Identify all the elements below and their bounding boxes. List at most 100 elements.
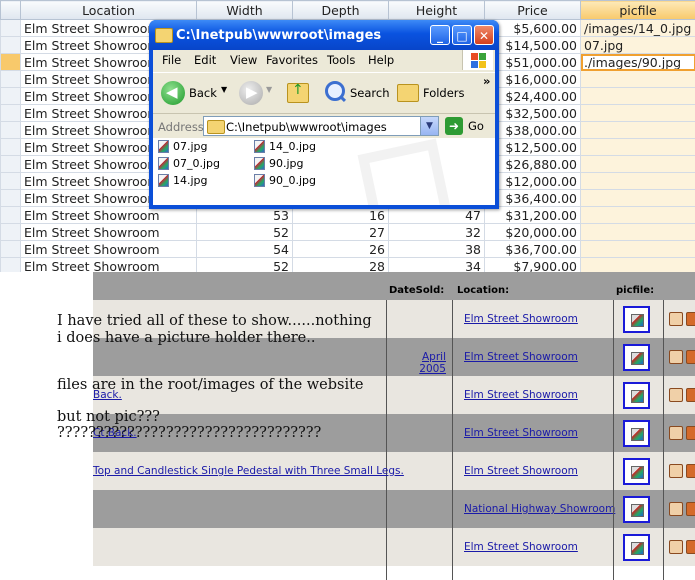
location-link[interactable]: Elm Street Showroom <box>464 313 578 325</box>
location-link[interactable]: Elm Street Showroom <box>464 351 578 363</box>
cell-picfile[interactable] <box>580 70 695 88</box>
sheet-row[interactable]: Elm Street Showroom 53 16 47 $31,200.00 <box>0 206 695 224</box>
view-icon[interactable] <box>669 350 683 364</box>
column-header-height[interactable]: Height <box>388 0 485 20</box>
picture-placeholder[interactable] <box>623 458 650 485</box>
row-selector[interactable] <box>0 121 21 139</box>
location-link[interactable]: Elm Street Showroom <box>464 541 578 553</box>
cell-picfile[interactable]: 07.jpg <box>580 36 695 54</box>
edit-icon[interactable] <box>686 426 695 440</box>
picture-placeholder[interactable] <box>623 534 650 561</box>
picture-placeholder[interactable] <box>623 496 650 523</box>
view-icon[interactable] <box>669 540 683 554</box>
view-icon[interactable] <box>669 312 683 326</box>
column-header-picfile[interactable]: picfile <box>580 0 695 20</box>
cell-picfile[interactable] <box>580 206 695 224</box>
location-link[interactable]: National Highway Showroom <box>464 503 615 515</box>
cell-location[interactable]: Elm Street Showroom <box>20 257 197 272</box>
cell-price[interactable]: $31,200.00 <box>484 206 581 224</box>
location-link[interactable]: Elm Street Showroom <box>464 389 578 401</box>
view-icon[interactable] <box>669 388 683 402</box>
cell-height[interactable]: 47 <box>388 206 485 224</box>
row-selector[interactable] <box>0 257 21 272</box>
cell-width[interactable]: 52 <box>196 223 293 241</box>
row-selector[interactable] <box>0 70 21 88</box>
menu-file[interactable]: File <box>162 53 181 67</box>
menu-help[interactable]: Help <box>368 53 394 67</box>
row-selector[interactable] <box>0 87 21 105</box>
address-input[interactable]: C:\Inetpub\wwwroot\images ▼ <box>203 116 439 136</box>
cell-picfile[interactable] <box>580 240 695 258</box>
sheet-row[interactable]: Elm Street Showroom 52 28 34 $7,900.00 <box>0 257 695 272</box>
row-selector[interactable] <box>0 36 21 54</box>
go-button[interactable]: ➜ Go <box>445 116 493 136</box>
cell-price[interactable]: $36,700.00 <box>484 240 581 258</box>
forward-arrow-icon[interactable]: ▶ <box>239 81 263 105</box>
row-selector[interactable] <box>0 223 21 241</box>
date-sold-link[interactable]: April 2005 <box>396 351 446 375</box>
cell-height[interactable]: 32 <box>388 223 485 241</box>
picture-placeholder[interactable] <box>623 420 650 447</box>
column-header-depth[interactable]: Depth <box>292 0 389 20</box>
view-icon[interactable] <box>669 464 683 478</box>
column-header-price[interactable]: Price <box>484 0 581 20</box>
cell-price[interactable]: $7,900.00 <box>484 257 581 272</box>
cell-picfile[interactable] <box>580 121 695 139</box>
back-arrow-icon[interactable]: ◀ <box>161 81 185 105</box>
back-button[interactable]: Back <box>189 86 217 100</box>
view-icon[interactable] <box>669 502 683 516</box>
cell-picfile[interactable]: /images/14_0.jpg <box>580 19 695 37</box>
row-selector[interactable] <box>0 189 21 207</box>
picture-placeholder[interactable] <box>623 306 650 333</box>
column-header-width[interactable]: Width <box>196 0 293 20</box>
row-selector[interactable] <box>0 53 21 71</box>
edit-icon[interactable] <box>686 350 695 364</box>
edit-icon[interactable] <box>686 464 695 478</box>
cell-depth[interactable]: 16 <box>292 206 389 224</box>
cell-width[interactable]: 54 <box>196 240 293 258</box>
cell-depth[interactable]: 28 <box>292 257 389 272</box>
cell-picfile[interactable] <box>580 155 695 173</box>
cell-picfile[interactable] <box>580 223 695 241</box>
cell-location[interactable]: Elm Street Showroom <box>20 206 197 224</box>
menu-view[interactable]: View <box>230 53 257 67</box>
row-selector[interactable] <box>0 172 21 190</box>
cell-location[interactable]: Elm Street Showroom <box>20 223 197 241</box>
edit-icon[interactable] <box>686 502 695 516</box>
menu-edit[interactable]: Edit <box>194 53 216 67</box>
cell-picfile[interactable]: ./images/90.jpg <box>580 53 695 71</box>
row-selector[interactable] <box>0 206 21 224</box>
row-selector[interactable] <box>0 104 21 122</box>
sheet-row[interactable]: Elm Street Showroom 52 27 32 $20,000.00 <box>0 223 695 241</box>
up-folder-icon[interactable]: ↑ <box>287 82 309 103</box>
edit-icon[interactable] <box>686 540 695 554</box>
menu-favorites[interactable]: Favorites <box>266 53 318 67</box>
row-selector[interactable] <box>0 155 21 173</box>
address-dropdown-icon[interactable]: ▼ <box>420 117 438 135</box>
picture-placeholder[interactable] <box>623 382 650 409</box>
menu-tools[interactable]: Tools <box>327 53 355 67</box>
edit-icon[interactable] <box>686 312 695 326</box>
cell-height[interactable]: 38 <box>388 240 485 258</box>
cell-price[interactable]: $20,000.00 <box>484 223 581 241</box>
cell-location[interactable]: Elm Street Showroom <box>20 240 197 258</box>
row-selector[interactable] <box>0 19 21 37</box>
forward-dropdown-icon[interactable]: ▼ <box>266 85 272 94</box>
corner-cell[interactable] <box>0 0 21 20</box>
search-button[interactable]: Search <box>350 86 390 100</box>
cell-picfile[interactable] <box>580 257 695 272</box>
edit-icon[interactable] <box>686 388 695 402</box>
cell-depth[interactable]: 27 <box>292 223 389 241</box>
cell-width[interactable]: 52 <box>196 257 293 272</box>
row-selector[interactable] <box>0 240 21 258</box>
picture-placeholder[interactable] <box>623 344 650 371</box>
cell-picfile[interactable] <box>580 87 695 105</box>
maximize-button[interactable]: □ <box>452 25 472 45</box>
folders-icon[interactable] <box>397 84 419 102</box>
view-icon[interactable] <box>669 426 683 440</box>
row-selector[interactable] <box>0 138 21 156</box>
cell-picfile[interactable] <box>580 189 695 207</box>
column-header-location[interactable]: Location <box>20 0 197 20</box>
back-dropdown-icon[interactable]: ▼ <box>221 85 227 94</box>
cell-picfile[interactable] <box>580 172 695 190</box>
